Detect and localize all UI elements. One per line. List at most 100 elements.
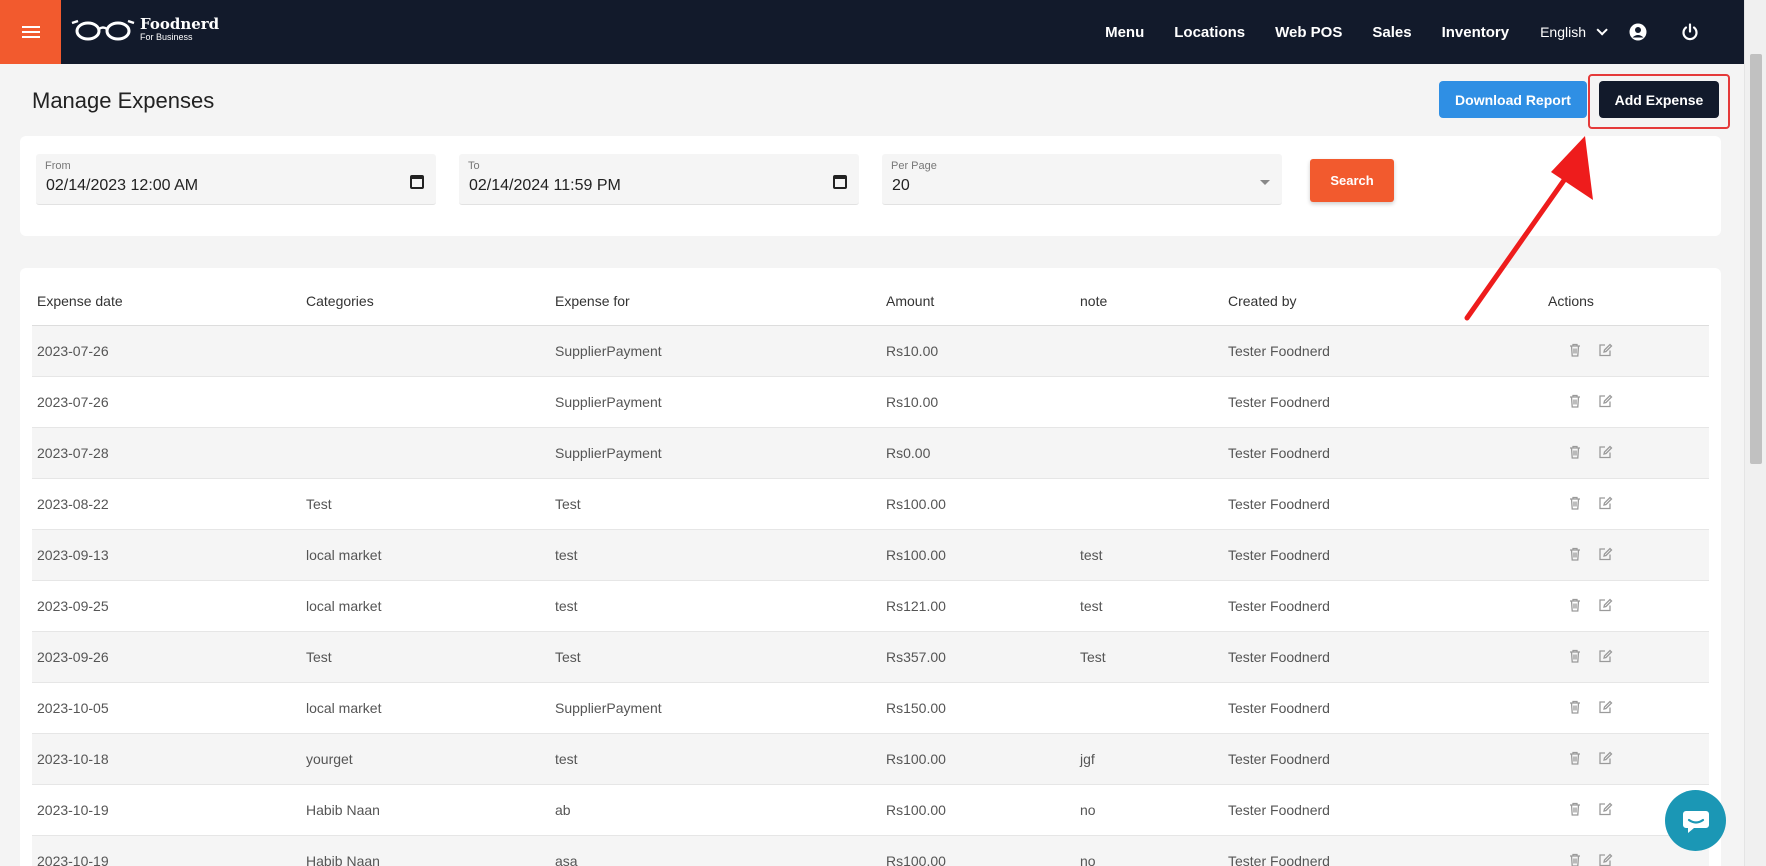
- column-header-categories[interactable]: Categories: [306, 293, 374, 309]
- delete-icon[interactable]: [1567, 801, 1583, 817]
- table-row[interactable]: 2023-10-18 yourget test Rs100.00 jgf Tester F…: [32, 734, 1709, 785]
- cell-amount: Rs10.00: [886, 343, 939, 359]
- cell-expense-for: test: [555, 598, 578, 614]
- cell-expense-date: 2023-10-18: [37, 751, 109, 767]
- edit-icon[interactable]: [1597, 750, 1613, 766]
- delete-icon[interactable]: [1567, 699, 1583, 715]
- nav-item-locations[interactable]: Locations: [1174, 24, 1245, 41]
- table-row[interactable]: 2023-09-13 local market test Rs100.00 test Te…: [32, 530, 1709, 581]
- table-row[interactable]: 2023-10-05 local market SupplierPayment Rs1…: [32, 683, 1709, 734]
- cell-note: test: [1080, 547, 1103, 563]
- cell-note: Test: [1080, 649, 1106, 665]
- nav-item-sales[interactable]: Sales: [1372, 24, 1411, 41]
- cell-category: local market: [306, 598, 382, 614]
- search-button[interactable]: Search: [1310, 159, 1394, 202]
- edit-icon[interactable]: [1597, 597, 1613, 613]
- cell-expense-for: SupplierPayment: [555, 394, 662, 410]
- calendar-icon[interactable]: [410, 175, 424, 189]
- edit-icon[interactable]: [1597, 546, 1613, 562]
- account-button[interactable]: [1618, 12, 1658, 52]
- cell-category: Habib Naan: [306, 853, 380, 866]
- column-header-expense-date[interactable]: Expense date: [37, 293, 123, 309]
- cell-created-by: Tester Foodnerd: [1228, 802, 1330, 818]
- cell-note: test: [1080, 598, 1103, 614]
- table-row[interactable]: 2023-09-26 Test Test Rs357.00 Test Tester Foo…: [32, 632, 1709, 683]
- table-row[interactable]: 2023-09-25 local market test Rs121.00 test Te…: [32, 581, 1709, 632]
- table-row[interactable]: 2023-07-26 SupplierPayment Rs10.00 Tester F…: [32, 377, 1709, 428]
- brand-subtitle: For Business: [140, 31, 193, 42]
- delete-icon[interactable]: [1567, 393, 1583, 409]
- edit-icon[interactable]: [1597, 699, 1613, 715]
- cell-amount: Rs121.00: [886, 598, 946, 614]
- delete-icon[interactable]: [1567, 495, 1583, 511]
- cell-amount: Rs0.00: [886, 445, 931, 461]
- cell-category: Habib Naan: [306, 802, 380, 818]
- nav-item-inventory[interactable]: Inventory: [1442, 24, 1510, 41]
- delete-icon[interactable]: [1567, 597, 1583, 613]
- to-date-field[interactable]: To 02/14/2024 11:59 PM: [459, 154, 859, 205]
- delete-icon[interactable]: [1567, 444, 1583, 460]
- brand-logo[interactable]: Foodnerd For Business: [70, 16, 219, 42]
- column-header-created-by[interactable]: Created by: [1228, 293, 1296, 309]
- edit-icon[interactable]: [1597, 648, 1613, 664]
- cell-expense-for: asa: [555, 853, 578, 866]
- table-row[interactable]: 2023-07-28 SupplierPayment Rs0.00 Tester Fo…: [32, 428, 1709, 479]
- cell-expense-for: ab: [555, 802, 571, 818]
- table-header: Expense date Categories Expense for Amou…: [32, 268, 1709, 326]
- table-row[interactable]: 2023-10-19 Habib Naan ab Rs100.00 no Tester F…: [32, 785, 1709, 836]
- delete-icon[interactable]: [1567, 852, 1583, 866]
- column-header-amount[interactable]: Amount: [886, 293, 934, 309]
- cell-expense-date: 2023-10-05: [37, 700, 109, 716]
- edit-icon[interactable]: [1597, 495, 1613, 511]
- per-page-select[interactable]: Per Page 20: [882, 154, 1282, 205]
- edit-icon[interactable]: [1597, 342, 1613, 358]
- cell-amount: Rs100.00: [886, 853, 946, 866]
- scrollbar-thumb[interactable]: [1750, 54, 1762, 464]
- edit-icon[interactable]: [1597, 393, 1613, 409]
- delete-icon[interactable]: [1567, 546, 1583, 562]
- column-header-expense-for[interactable]: Expense for: [555, 293, 630, 309]
- cell-amount: Rs10.00: [886, 394, 939, 410]
- cell-expense-for: SupplierPayment: [555, 700, 662, 716]
- cell-expense-date: 2023-07-28: [37, 445, 109, 461]
- page-scrollbar[interactable]: [1744, 0, 1766, 866]
- delete-icon[interactable]: [1567, 648, 1583, 664]
- cell-amount: Rs357.00: [886, 649, 946, 665]
- delete-icon[interactable]: [1567, 750, 1583, 766]
- language-label: English: [1540, 24, 1586, 40]
- logout-button[interactable]: [1670, 12, 1710, 52]
- cell-amount: Rs100.00: [886, 496, 946, 512]
- column-header-note[interactable]: note: [1080, 293, 1107, 309]
- cell-expense-date: 2023-09-13: [37, 547, 109, 563]
- chat-icon: [1682, 810, 1709, 833]
- menu-toggle-button[interactable]: [0, 0, 61, 64]
- cell-created-by: Tester Foodnerd: [1228, 394, 1330, 410]
- dropdown-caret-icon: [1260, 180, 1270, 185]
- chat-widget-button[interactable]: [1665, 790, 1726, 851]
- nav-item-web-pos[interactable]: Web POS: [1275, 24, 1342, 41]
- table-row[interactable]: 2023-08-22 Test Test Rs100.00 Tester Foodner…: [32, 479, 1709, 530]
- cell-expense-for: SupplierPayment: [555, 445, 662, 461]
- language-selector[interactable]: English: [1540, 24, 1608, 40]
- cell-created-by: Tester Foodnerd: [1228, 751, 1330, 767]
- per-page-value: 20: [892, 177, 910, 194]
- edit-icon[interactable]: [1597, 444, 1613, 460]
- table-row[interactable]: 2023-07-26 SupplierPayment Rs10.00 Tester F…: [32, 326, 1709, 377]
- edit-icon[interactable]: [1597, 852, 1613, 866]
- download-report-button[interactable]: Download Report: [1439, 81, 1587, 118]
- nav-item-menu[interactable]: Menu: [1105, 24, 1144, 41]
- delete-icon[interactable]: [1567, 342, 1583, 358]
- cell-category: local market: [306, 700, 382, 716]
- add-expense-button[interactable]: Add Expense: [1599, 81, 1719, 118]
- from-date-field[interactable]: From 02/14/2023 12:00 AM: [36, 154, 436, 205]
- per-page-label: Per Page: [891, 160, 937, 172]
- cell-note: jgf: [1080, 751, 1095, 767]
- cell-note: no: [1080, 802, 1096, 818]
- page-title: Manage Expenses: [32, 88, 215, 113]
- edit-icon[interactable]: [1597, 801, 1613, 817]
- cell-category: local market: [306, 547, 382, 563]
- cell-note: no: [1080, 853, 1096, 866]
- calendar-icon[interactable]: [833, 175, 847, 189]
- cell-expense-date: 2023-09-25: [37, 598, 109, 614]
- table-row[interactable]: 2023-10-19 Habib Naan asa Rs100.00 no Tester …: [32, 836, 1709, 866]
